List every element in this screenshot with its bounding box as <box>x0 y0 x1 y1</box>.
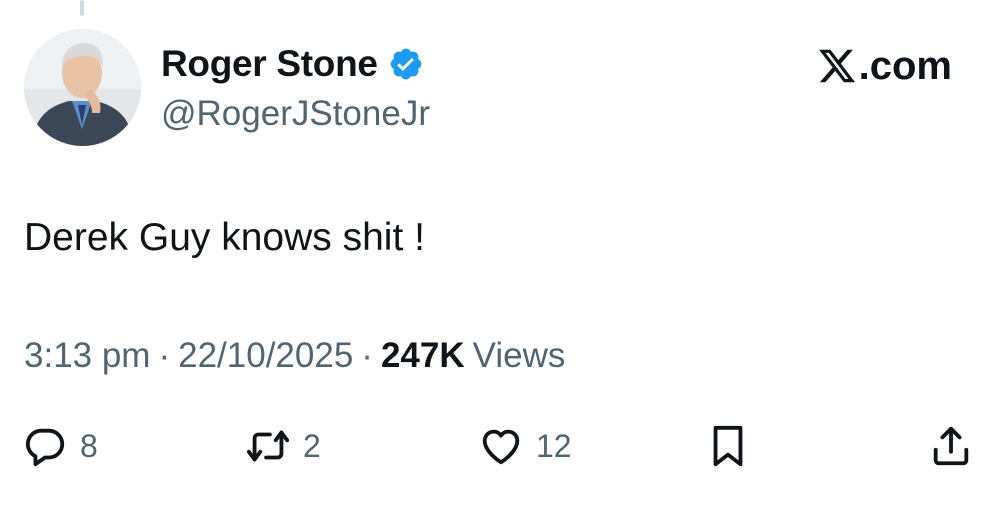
reply-icon <box>22 423 68 469</box>
reply-button[interactable]: 8 <box>22 420 98 472</box>
tweet-meta: 3:13 pm · 22/10/2025 · 247K Views <box>24 336 565 376</box>
bookmark-button[interactable] <box>705 420 751 472</box>
repost-icon <box>245 423 291 469</box>
views-count[interactable]: 247K <box>381 336 465 375</box>
profile-photo-icon <box>24 29 141 146</box>
thread-connector-line <box>80 0 84 16</box>
x-logo-icon <box>817 46 857 86</box>
brand-watermark: .com <box>817 40 952 92</box>
verified-badge-icon <box>388 46 424 82</box>
avatar[interactable] <box>24 29 141 146</box>
tweet-date[interactable]: 22/10/2025 <box>178 336 353 375</box>
share-icon <box>928 423 974 469</box>
heart-icon <box>478 423 524 469</box>
brand-domain-suffix: .com <box>858 43 952 88</box>
author-handle[interactable]: @RogerJStoneJr <box>161 94 430 134</box>
bookmark-icon <box>705 423 751 469</box>
like-count: 12 <box>536 427 572 464</box>
share-button[interactable] <box>928 420 974 472</box>
repost-button[interactable]: 2 <box>245 420 321 472</box>
views-label: Views <box>472 336 566 375</box>
author-name-row: Roger Stone <box>161 40 424 88</box>
tweet-actions-bar: 8 2 12 <box>0 420 1000 472</box>
meta-separator: · <box>158 336 171 375</box>
author-display-name[interactable]: Roger Stone <box>161 43 378 85</box>
tweet-text: Derek Guy knows shit ! <box>24 216 425 259</box>
like-button[interactable]: 12 <box>478 420 572 472</box>
meta-separator: · <box>361 336 373 375</box>
tweet-time[interactable]: 3:13 pm <box>24 336 150 375</box>
repost-count: 2 <box>303 427 321 464</box>
reply-count: 8 <box>80 427 98 464</box>
